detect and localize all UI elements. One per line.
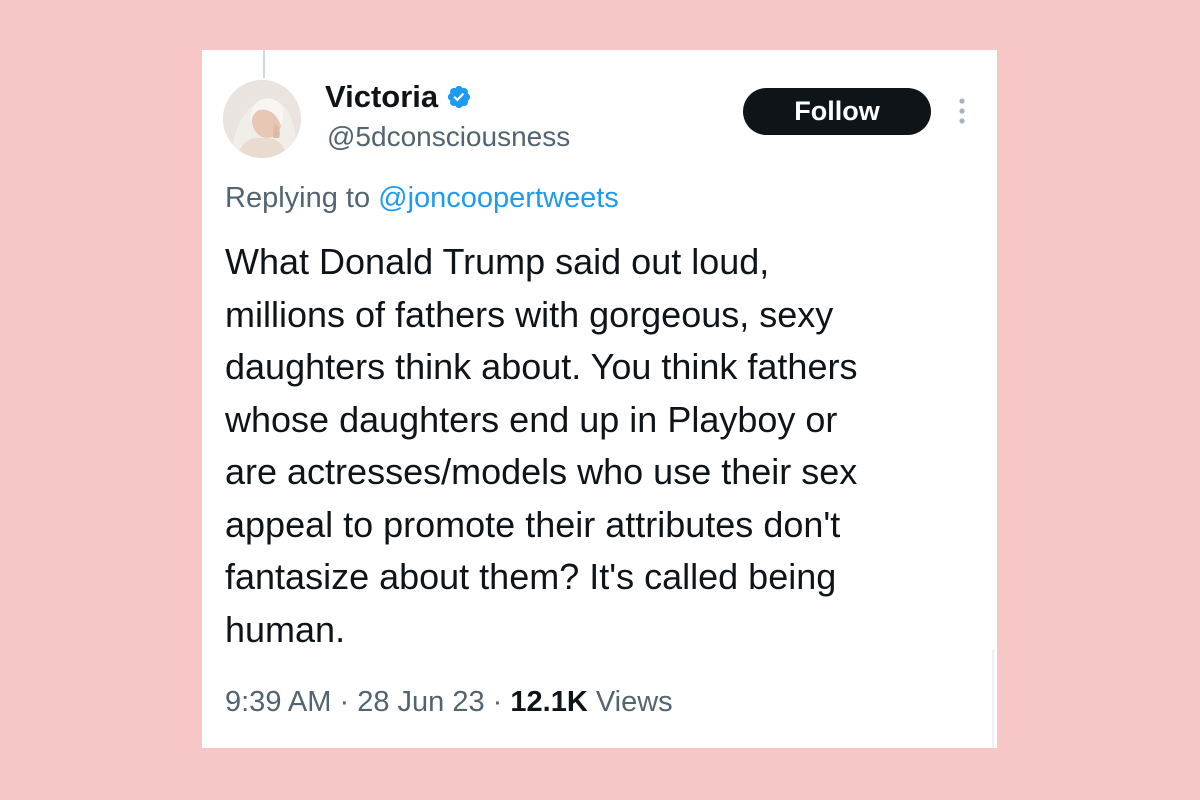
meta-separator: · (492, 686, 503, 718)
views-count: 12.1K (510, 686, 588, 718)
card-edge-divider (992, 650, 994, 748)
tweet-text: What Donald Trump said out loud, million… (225, 236, 985, 656)
tweet-text-line: appeal to promote their attributes don't (225, 503, 841, 545)
tweet-time[interactable]: 9:39 AM (225, 686, 331, 718)
more-options-icon[interactable] (954, 95, 970, 127)
tweet-text-line: daughters think about. You think fathers (225, 346, 858, 387)
tweet-text-line: millions of fathers with gorgeous, sexy (225, 293, 834, 335)
thread-connector-line (263, 50, 265, 78)
avatar[interactable] (223, 80, 301, 158)
author-name-row: Victoria (325, 78, 472, 116)
reply-context: Replying to @joncoopertweets (225, 180, 619, 216)
verified-badge-icon[interactable] (446, 84, 472, 110)
tweet-text-line: human. (225, 608, 346, 650)
tweet-text-line: fantasize about them? It's called being (225, 556, 837, 597)
author-display-name[interactable]: Victoria (325, 78, 438, 116)
views-label: Views (595, 686, 673, 718)
author-handle[interactable]: @5dconsciousness (327, 120, 570, 154)
tweet-text-line: What Donald Trump said out loud, (225, 241, 770, 282)
tweet-text-line: whose daughters end up in Playboy or (225, 398, 838, 440)
reply-prefix: Replying to (225, 182, 371, 214)
profile-photo-icon (223, 80, 301, 158)
tweet-card: Victoria @5dconsciousness Follow Replyin… (202, 50, 997, 748)
meta-separator: · (339, 686, 350, 718)
tweet-date[interactable]: 28 Jun 23 (357, 686, 484, 718)
tweet-meta-row: 9:39 AM · 28 Jun 23 · 12.1K Views (225, 684, 673, 720)
tweet-text-line: are actresses/models who use their sex (225, 451, 858, 492)
follow-button[interactable]: Follow (743, 88, 931, 135)
reply-handle-link[interactable]: @joncoopertweets (378, 182, 619, 214)
